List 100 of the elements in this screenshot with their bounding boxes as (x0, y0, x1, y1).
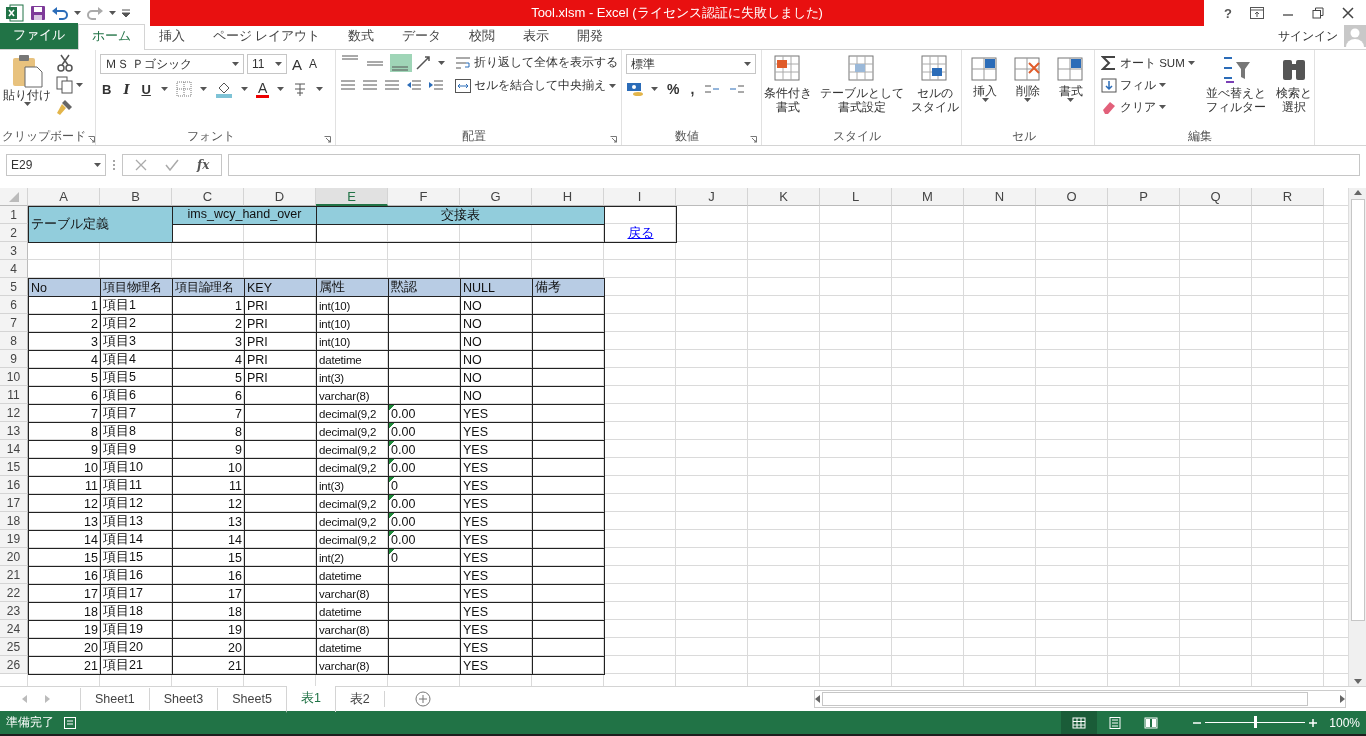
decrease-font-size-button[interactable]: A (307, 56, 320, 72)
column-header[interactable]: M (892, 188, 964, 206)
dialog-launcher-icon[interactable] (88, 136, 95, 143)
macro-record-icon[interactable] (64, 716, 76, 729)
column-header[interactable]: A (28, 188, 100, 206)
ribbon-display-icon[interactable] (1250, 7, 1264, 19)
number-format-dropdown[interactable]: 標準 (626, 54, 756, 74)
row-header[interactable]: 15 (0, 458, 28, 476)
underline-button[interactable]: U (139, 80, 153, 98)
back-link[interactable]: 戻る (627, 225, 654, 242)
align-left-icon[interactable] (340, 78, 356, 92)
sign-in-link[interactable]: サインイン (1278, 27, 1338, 45)
ribbon-tab[interactable]: データ (388, 24, 456, 49)
increase-font-size-button[interactable]: A (290, 54, 304, 74)
scroll-right-icon[interactable] (1340, 695, 1345, 703)
column-header[interactable]: E (316, 188, 388, 206)
column-header[interactable]: I (604, 188, 676, 206)
name-box[interactable]: E29 (6, 154, 106, 176)
row-header[interactable]: 22 (0, 584, 28, 602)
row-header[interactable]: 23 (0, 602, 28, 620)
increase-indent-icon[interactable] (428, 78, 444, 92)
row-header[interactable]: 19 (0, 530, 28, 548)
dialog-launcher-icon[interactable] (750, 136, 757, 143)
cells-button[interactable]: 書式 (1054, 54, 1087, 127)
cells-button[interactable]: 削除 (1012, 54, 1044, 127)
sheet-tab[interactable]: Sheet5 (217, 688, 286, 710)
help-button[interactable]: ? (1224, 5, 1232, 21)
autosum-button[interactable]: オート SUM (1099, 54, 1197, 72)
restore-icon[interactable] (1312, 7, 1324, 19)
align-center-icon[interactable] (362, 78, 378, 92)
clear-button[interactable]: クリア (1099, 98, 1197, 116)
dialog-launcher-icon[interactable] (610, 136, 617, 143)
ribbon-tab[interactable]: 数式 (334, 24, 389, 49)
customize-icon[interactable] (122, 9, 130, 17)
row-header[interactable]: 21 (0, 566, 28, 584)
scroll-left-icon[interactable] (815, 695, 820, 703)
column-header[interactable]: B (100, 188, 172, 206)
fill-button[interactable]: フィル (1099, 76, 1197, 94)
row-header[interactable]: 25 (0, 638, 28, 656)
row-header[interactable]: 7 (0, 314, 28, 332)
zoom-in-icon[interactable] (1309, 718, 1318, 727)
wrap-text-button[interactable]: 折り返して全体を表示する (453, 54, 620, 71)
font-size-dropdown[interactable]: 11 (247, 54, 287, 74)
column-header[interactable]: F (388, 188, 460, 206)
row-header[interactable]: 18 (0, 512, 28, 530)
add-sheet-icon[interactable] (414, 691, 431, 707)
column-header[interactable]: C (172, 188, 244, 206)
row-header[interactable]: 3 (0, 242, 28, 260)
undo-icon[interactable] (52, 6, 68, 20)
close-icon[interactable] (1342, 7, 1354, 19)
percent-button[interactable]: % (665, 80, 682, 98)
row-header[interactable]: 11 (0, 386, 28, 404)
scroll-up-icon[interactable] (1353, 190, 1362, 195)
column-header[interactable]: O (1036, 188, 1108, 206)
ribbon-tab[interactable]: 校閲 (455, 24, 510, 49)
sheet-tab[interactable]: Sheet1 (80, 688, 149, 710)
row-header[interactable]: 16 (0, 476, 28, 494)
ribbon-tab[interactable]: ページ レイアウト (199, 24, 335, 49)
ribbon-tab[interactable]: 開発 (563, 24, 618, 49)
row-header[interactable]: 12 (0, 404, 28, 422)
currency-icon[interactable] (626, 81, 644, 97)
row-header[interactable]: 9 (0, 350, 28, 368)
row-header[interactable]: 8 (0, 332, 28, 350)
ribbon-tab[interactable]: 挿入 (145, 24, 199, 49)
align-right-icon[interactable] (384, 78, 400, 92)
sort-filter-button[interactable]: 並べ替えと フィルター (1204, 54, 1267, 127)
row-header[interactable]: 4 (0, 260, 28, 278)
ribbon-tab[interactable]: 表示 (509, 24, 564, 49)
column-header[interactable]: D (244, 188, 316, 206)
decrease-indent-icon[interactable] (406, 78, 422, 92)
row-header[interactable]: 20 (0, 548, 28, 566)
ribbon-tab[interactable]: ホーム (78, 24, 145, 50)
column-header[interactable]: H (532, 188, 604, 206)
column-header[interactable]: P (1108, 188, 1180, 206)
cell-styles-button[interactable]: セルの スタイル (910, 54, 960, 127)
comma-button[interactable]: , (688, 80, 697, 98)
view-button[interactable] (1061, 711, 1098, 734)
zoom-slider-thumb[interactable] (1253, 716, 1257, 728)
font-color-button[interactable]: A (255, 80, 270, 98)
row-header[interactable]: 2 (0, 224, 28, 242)
cut-icon[interactable] (56, 54, 74, 72)
formula-input[interactable] (228, 154, 1360, 176)
bold-button[interactable]: B (100, 80, 114, 98)
copy-icon[interactable] (56, 76, 74, 94)
column-header[interactable]: R (1252, 188, 1324, 206)
zoom-level[interactable]: 100% (1329, 715, 1360, 730)
merge-center-button[interactable]: セルを結合して中央揃え (453, 77, 620, 94)
column-header[interactable]: N (964, 188, 1036, 206)
scrollbar-thumb[interactable] (822, 692, 1308, 706)
italic-button[interactable]: I (121, 80, 132, 98)
find-select-button[interactable]: 検索と 選択 (1274, 54, 1313, 127)
cell-styles-button[interactable]: テーブルとして 書式設定 (818, 54, 905, 127)
save-icon[interactable] (30, 5, 46, 21)
insert-function-button[interactable]: fx (197, 158, 210, 172)
scrollbar-thumb[interactable] (1350, 199, 1365, 621)
font-name-dropdown[interactable]: ＭＳ Ｐゴシック (100, 54, 244, 74)
enter-icon[interactable] (165, 159, 179, 171)
row-header[interactable]: 17 (0, 494, 28, 512)
row-header[interactable]: 26 (0, 656, 28, 674)
cancel-icon[interactable] (135, 159, 147, 171)
